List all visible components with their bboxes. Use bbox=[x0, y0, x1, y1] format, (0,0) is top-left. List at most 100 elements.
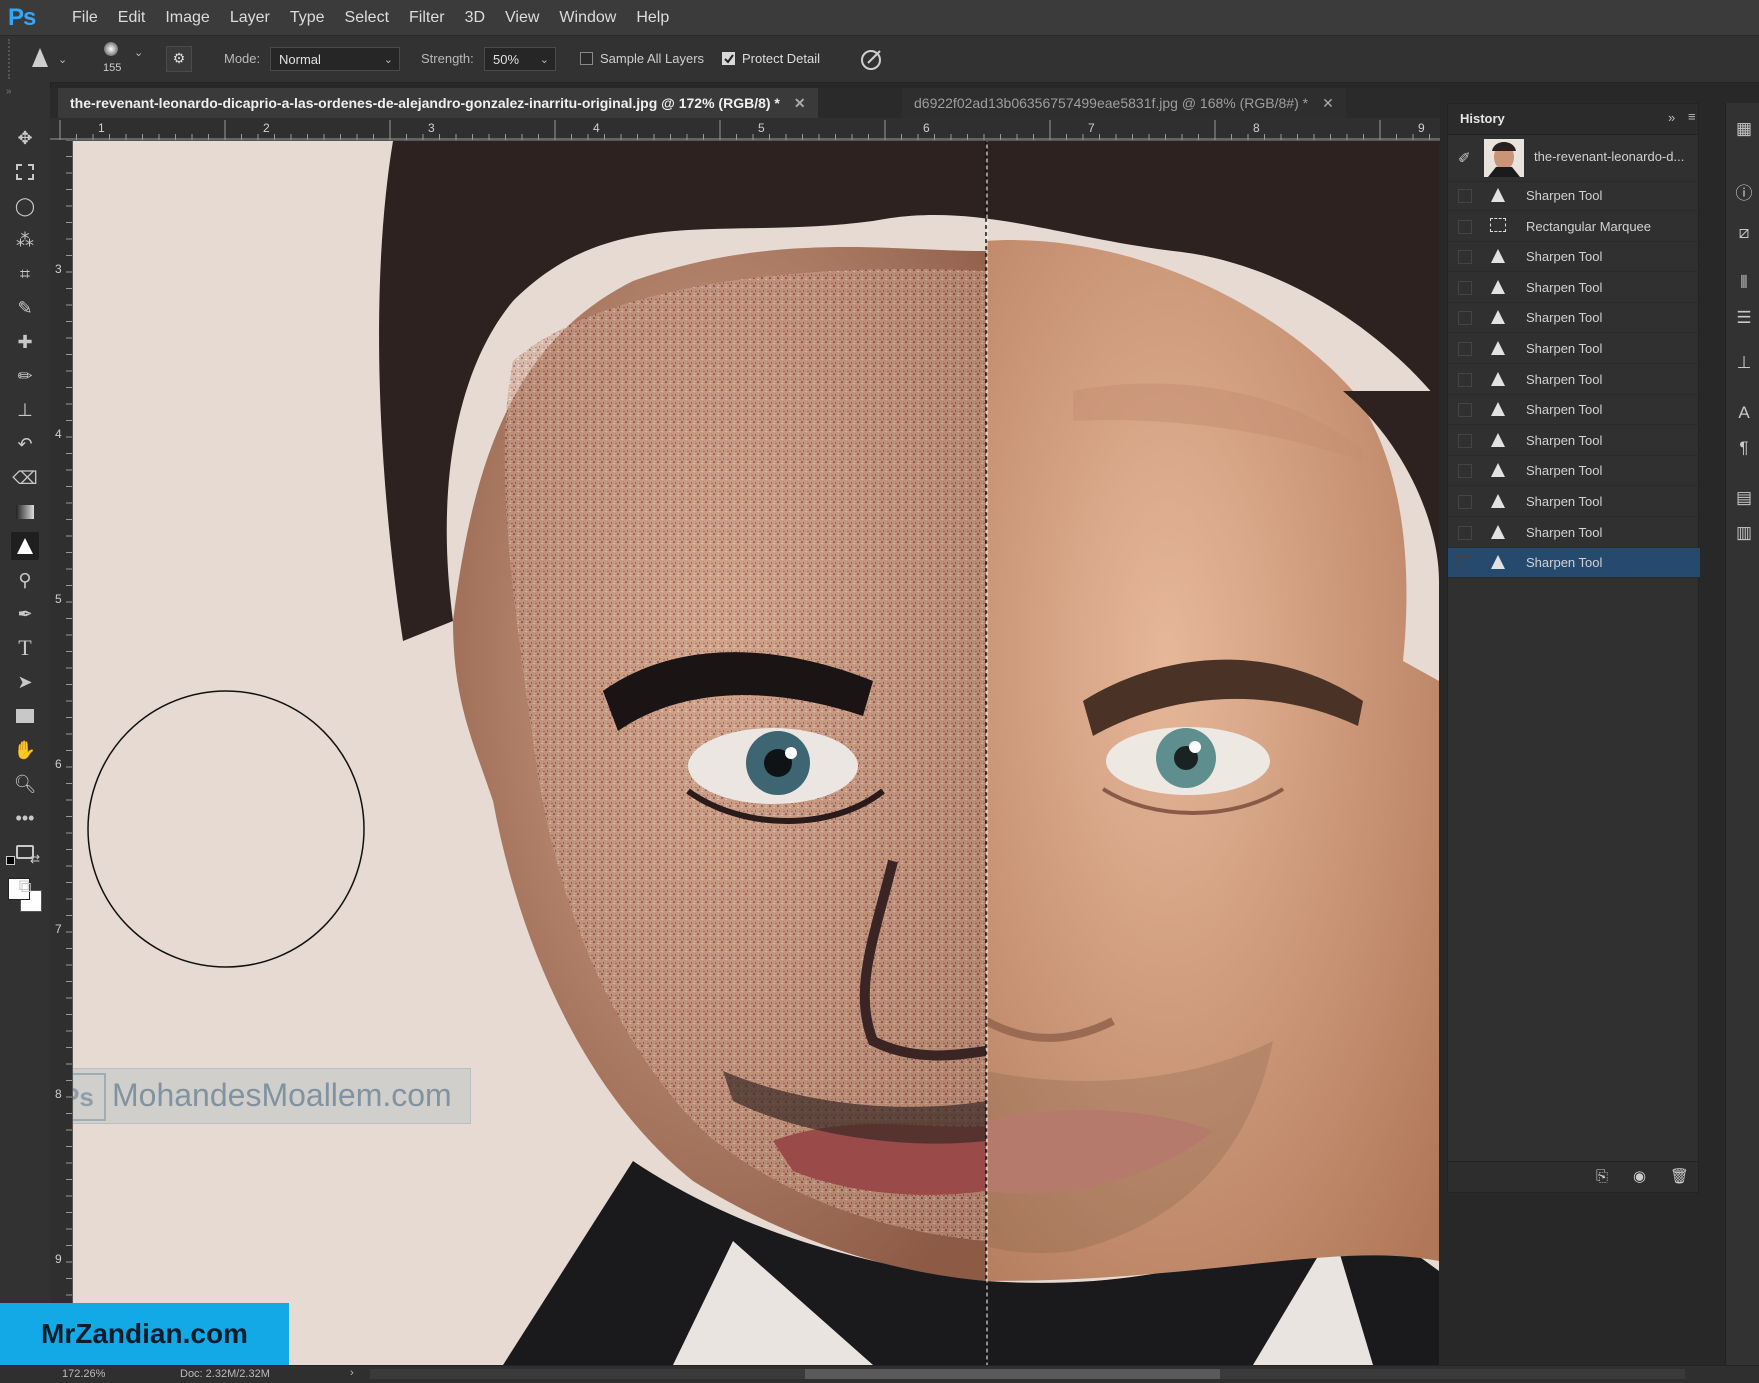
eraser-tool-icon[interactable]: ⌫ bbox=[11, 464, 39, 492]
trash-icon[interactable]: 🗑︎ bbox=[1670, 1167, 1689, 1185]
history-source-checkbox[interactable] bbox=[1458, 433, 1472, 448]
gradient-tool-icon[interactable] bbox=[11, 498, 39, 526]
mode-select[interactable]: Normal ⌄ bbox=[270, 47, 400, 71]
options-grip[interactable] bbox=[8, 39, 16, 79]
history-source-checkbox[interactable] bbox=[1458, 311, 1472, 326]
tool-preset-picker[interactable]: ⌄ bbox=[28, 45, 70, 75]
properties-icon[interactable]: ▥ bbox=[1734, 523, 1754, 543]
menu-type[interactable]: Type bbox=[280, 0, 335, 35]
history-panel-icon[interactable]: ▦ bbox=[1734, 119, 1754, 139]
history-source-checkbox[interactable] bbox=[1458, 495, 1472, 509]
sample-all-layers-checkbox[interactable] bbox=[580, 52, 593, 65]
menu-filter[interactable]: Filter bbox=[399, 0, 455, 35]
type-tool-icon[interactable]: T bbox=[11, 634, 39, 662]
tab-document-1[interactable]: the-revenant-leonardo-dicaprio-a-las-ord… bbox=[58, 88, 818, 118]
document-canvas[interactable]: Ps MohandesMoallem.com bbox=[73, 141, 1439, 1365]
ruler-label: 4 bbox=[55, 427, 62, 441]
panel-menu-icon[interactable]: ≡ bbox=[1688, 109, 1696, 124]
menu-edit[interactable]: Edit bbox=[108, 0, 156, 35]
strength-input[interactable]: 50% ⌄ bbox=[484, 47, 556, 71]
menu-3d[interactable]: 3D bbox=[455, 0, 495, 35]
collapse-icon[interactable]: » bbox=[1668, 110, 1675, 125]
history-source-checkbox[interactable] bbox=[1458, 525, 1472, 540]
clone-source-icon[interactable]: ⊥ bbox=[1734, 353, 1754, 373]
history-brush-source-icon[interactable]: ✐ bbox=[1458, 149, 1471, 167]
menu-help[interactable]: Help bbox=[626, 0, 679, 35]
menu-select[interactable]: Select bbox=[335, 0, 399, 35]
move-tool-icon[interactable]: ✥ bbox=[11, 124, 39, 152]
history-item[interactable]: Sharpen Tool bbox=[1448, 365, 1700, 395]
menu-image[interactable]: Image bbox=[155, 0, 219, 35]
new-document-from-state-icon[interactable]: ⎘ bbox=[1596, 1168, 1608, 1185]
history-item[interactable]: Sharpen Tool bbox=[1448, 395, 1700, 426]
menu-layer[interactable]: Layer bbox=[220, 0, 280, 35]
history-source-checkbox[interactable] bbox=[1458, 342, 1472, 356]
path-selection-tool-icon[interactable]: ➤ bbox=[11, 668, 39, 696]
quick-selection-tool-icon[interactable]: ⁂ bbox=[11, 226, 39, 254]
layers-icon[interactable]: ▤ bbox=[1734, 488, 1754, 508]
brush-picker[interactable]: 155 ⌄ bbox=[98, 40, 148, 78]
healing-brush-tool-icon[interactable]: ✚ bbox=[11, 328, 39, 356]
pressure-icon[interactable] bbox=[858, 46, 884, 76]
clone-stamp-tool-icon[interactable]: ⊥ bbox=[11, 396, 39, 424]
menu-file[interactable]: File bbox=[62, 0, 108, 35]
lasso-tool-icon[interactable]: ◯ bbox=[11, 192, 39, 220]
paragraph-icon[interactable]: ¶ bbox=[1734, 438, 1754, 458]
history-item[interactable]: Sharpen Tool bbox=[1448, 456, 1700, 487]
history-item[interactable]: Sharpen Tool bbox=[1448, 273, 1700, 303]
history-source-checkbox[interactable] bbox=[1458, 556, 1472, 571]
brush-tool-icon[interactable]: ✏ bbox=[11, 362, 39, 390]
history-item[interactable]: Sharpen Tool bbox=[1448, 548, 1700, 579]
history-item[interactable]: Sharpen Tool bbox=[1448, 242, 1700, 273]
pen-tool-icon[interactable]: ✒ bbox=[11, 600, 39, 628]
horizontal-scrollbar[interactable] bbox=[370, 1369, 1685, 1379]
close-icon[interactable]: ✕ bbox=[1322, 95, 1334, 111]
screen-mode-icon[interactable]: ⧉ bbox=[11, 872, 39, 900]
eyedropper-tool-icon[interactable]: ✎ bbox=[11, 294, 39, 322]
collapse-arrows-icon[interactable]: » bbox=[6, 86, 12, 97]
history-item[interactable]: Sharpen Tool bbox=[1448, 487, 1700, 517]
adjustments-icon[interactable]: ☰ bbox=[1734, 308, 1754, 328]
history-item[interactable]: Sharpen Tool bbox=[1448, 181, 1700, 211]
rectangular-marquee-tool-icon[interactable] bbox=[11, 158, 39, 186]
history-item[interactable]: Rectangular Marquee bbox=[1448, 212, 1700, 242]
protect-detail-checkbox[interactable] bbox=[722, 52, 735, 65]
zoom-level[interactable]: 172.26% bbox=[62, 1368, 105, 1380]
history-source-checkbox[interactable] bbox=[1458, 219, 1472, 234]
more-tools-icon[interactable]: ••• bbox=[11, 804, 39, 832]
close-icon[interactable]: ✕ bbox=[794, 95, 806, 111]
history-snapshot[interactable]: ✐ the-revenant-leonardo-d... bbox=[1448, 135, 1698, 182]
history-item[interactable]: Sharpen Tool bbox=[1448, 426, 1700, 456]
dodge-tool-icon[interactable]: ⚲ bbox=[11, 566, 39, 594]
history-item[interactable]: Sharpen Tool bbox=[1448, 334, 1700, 364]
zoom-tool-icon[interactable]: 🔍︎ bbox=[11, 770, 39, 798]
camera-icon[interactable]: ◉ bbox=[1633, 1167, 1646, 1185]
menu-view[interactable]: View bbox=[495, 0, 549, 35]
history-source-checkbox[interactable] bbox=[1458, 250, 1472, 265]
chevron-right-icon[interactable]: › bbox=[350, 1367, 354, 1379]
scrollbar-thumb[interactable] bbox=[805, 1369, 1220, 1379]
history-brush-tool-icon[interactable]: ↶ bbox=[11, 430, 39, 458]
info-icon[interactable]: ⓘ bbox=[1734, 179, 1754, 203]
menu-window[interactable]: Window bbox=[549, 0, 626, 35]
layer-comps-icon[interactable]: ⧄ bbox=[1734, 223, 1754, 243]
sharpen-icon bbox=[1490, 371, 1506, 387]
history-source-checkbox[interactable] bbox=[1458, 280, 1472, 295]
sharpen-tool-icon[interactable] bbox=[11, 532, 39, 560]
history-source-checkbox[interactable] bbox=[1458, 403, 1472, 418]
tab-document-2[interactable]: d6922f02ad13b06356757499eae5831f.jpg @ 1… bbox=[902, 88, 1346, 118]
tools-panel: » ✥ ◯ ⁂ ⌗ ✎ ✚ ✏ ⊥ ↶ ⌫ ⚲ ✒ T ➤ ✋ 🔍︎ ••• ⇄… bbox=[0, 82, 51, 1364]
rectangle-tool-icon[interactable] bbox=[11, 702, 39, 730]
quick-mask-icon[interactable] bbox=[11, 838, 39, 866]
history-source-checkbox[interactable] bbox=[1458, 189, 1472, 203]
history-source-checkbox[interactable] bbox=[1458, 372, 1472, 387]
crop-tool-icon[interactable]: ⌗ bbox=[11, 260, 39, 288]
character-icon[interactable]: A bbox=[1734, 403, 1754, 423]
history-item[interactable]: Sharpen Tool bbox=[1448, 518, 1700, 548]
history-item[interactable]: Sharpen Tool bbox=[1448, 303, 1700, 334]
history-source-checkbox[interactable] bbox=[1458, 464, 1472, 479]
sharpen-icon bbox=[1490, 554, 1506, 570]
brush-settings-icon[interactable]: ⫴ bbox=[1734, 273, 1754, 293]
hand-tool-icon[interactable]: ✋ bbox=[11, 736, 39, 764]
brush-panel-toggle[interactable]: ⚙ bbox=[166, 46, 192, 72]
